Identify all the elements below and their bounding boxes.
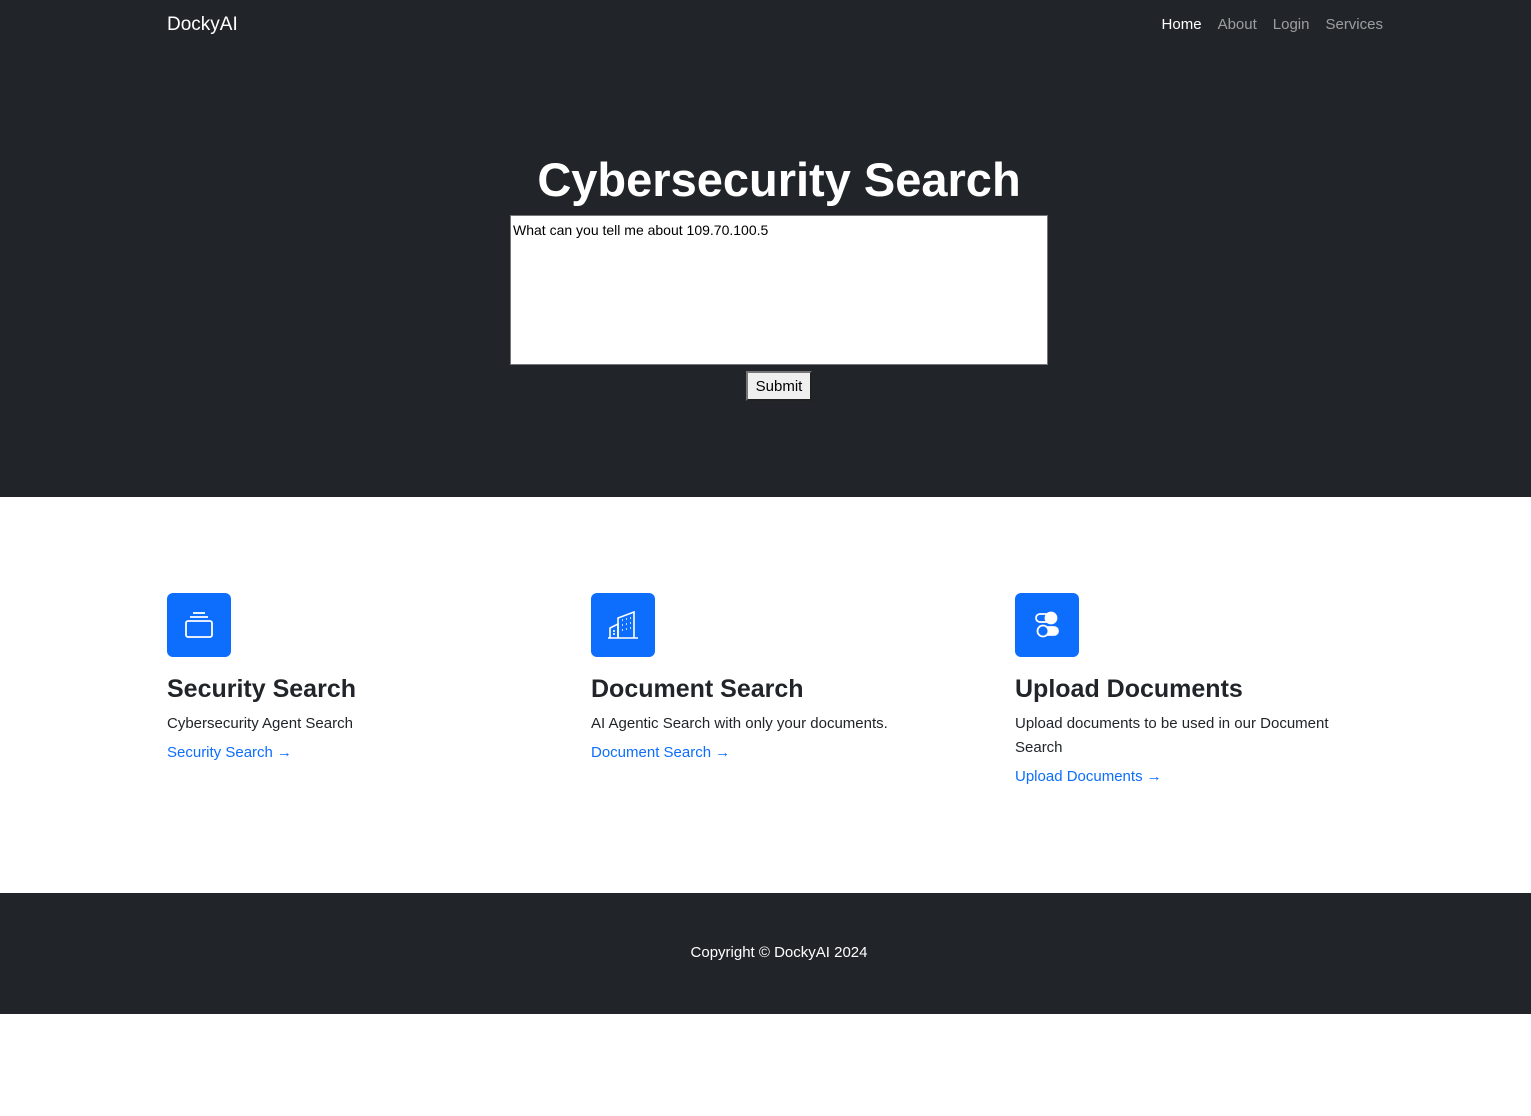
feature-description: Upload documents to be used in our Docum… bbox=[1015, 715, 1329, 756]
features-section: Security Search Cybersecurity Agent Sear… bbox=[0, 497, 1531, 893]
feature-description: Cybersecurity Agent Search bbox=[167, 715, 353, 732]
nav-about[interactable]: About bbox=[1218, 16, 1257, 33]
feature-description: AI Agentic Search with only your documen… bbox=[591, 715, 888, 732]
feature-title: Document Search bbox=[591, 675, 804, 703]
security-search-link[interactable]: Security Search → bbox=[167, 744, 292, 761]
arrow-right-icon: → bbox=[1146, 768, 1162, 785]
arrow-right-icon: → bbox=[715, 744, 731, 761]
footer: Copyright © DockyAI 2024 bbox=[0, 893, 1531, 1014]
hero-title: Cybersecurity Search bbox=[537, 153, 1021, 206]
copyright-text: Copyright © DockyAI 2024 bbox=[690, 944, 868, 961]
document-search-link[interactable]: Document Search → bbox=[591, 744, 730, 761]
nav-home[interactable]: Home bbox=[1162, 16, 1202, 33]
submit-button[interactable]: Submit bbox=[746, 371, 812, 401]
nav-login[interactable]: Login bbox=[1273, 16, 1310, 33]
nav-services[interactable]: Services bbox=[1325, 16, 1383, 33]
query-input[interactable]: What can you tell me about 109.70.100.5 bbox=[510, 215, 1048, 365]
brand-link[interactable]: DockyAI bbox=[167, 14, 238, 36]
toggles-icon bbox=[1015, 593, 1079, 657]
collection-icon bbox=[167, 593, 231, 657]
navbar: DockyAI Home About Login Services bbox=[0, 0, 1531, 52]
feature-security-search: Security Search Cybersecurity Agent Sear… bbox=[167, 593, 567, 761]
hero-section: Cybersecurity Search What can you tell m… bbox=[0, 52, 1531, 497]
feature-document-search: Document Search AI Agentic Search with o… bbox=[591, 593, 991, 761]
feature-title: Security Search bbox=[167, 675, 356, 703]
upload-documents-link[interactable]: Upload Documents → bbox=[1015, 768, 1162, 785]
nav-links: Home About Login Services bbox=[1162, 16, 1383, 33]
feature-upload-documents: Upload Documents Upload documents to be … bbox=[1015, 593, 1415, 785]
building-icon bbox=[591, 593, 655, 657]
arrow-right-icon: → bbox=[276, 744, 292, 761]
feature-title: Upload Documents bbox=[1015, 675, 1243, 703]
